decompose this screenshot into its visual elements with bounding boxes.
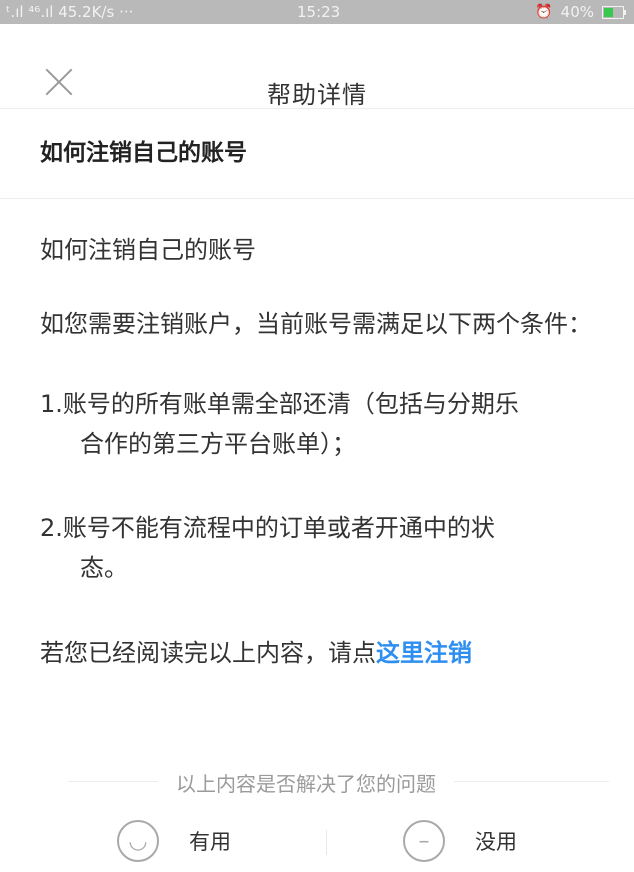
- nav-bar: 帮助详情: [0, 24, 634, 109]
- paragraph-5-text: 若您已经阅读完以上内容，请点: [40, 639, 376, 667]
- paragraph-2: 如您需要注销账户，当前账号需满足以下两个条件：: [40, 310, 592, 338]
- article-content: 如何注销自己的账号 如您需要注销账户，当前账号需满足以下两个条件： 1.账号的所…: [0, 230, 634, 673]
- feedback-question: 以上内容是否解决了您的问题: [158, 768, 454, 797]
- feedback-row: ◡ 有用 – 没用: [0, 820, 634, 864]
- feedback-separator: [326, 830, 327, 855]
- article-title: 如何注销自己的账号: [0, 109, 634, 199]
- neutral-face-icon: –: [403, 820, 445, 862]
- status-time: 15:23: [297, 3, 341, 21]
- useful-button[interactable]: ◡ 有用: [117, 820, 231, 862]
- paragraph-1: 如何注销自己的账号: [40, 236, 256, 264]
- paragraph-3-line-2: 合作的第三方平台账单）；: [80, 430, 356, 458]
- useless-label: 没用: [475, 830, 517, 854]
- paragraph-4-line-1: 2.账号不能有流程中的订单或者开通中的状: [40, 514, 495, 542]
- useless-button[interactable]: – 没用: [403, 820, 517, 862]
- smile-face-icon: ◡: [117, 820, 159, 862]
- paragraph-3: 1.账号的所有账单需全部还清（包括与分期乐 合作的第三方平台账单）；: [40, 384, 594, 464]
- paragraph-4: 2.账号不能有流程中的订单或者开通中的状 态。: [40, 508, 594, 588]
- signal-speed-indicator: ᵗ.ıl ⁴⁶.ıl 45.2K/s ···: [6, 3, 134, 21]
- status-bar: ᵗ.ıl ⁴⁶.ıl 45.2K/s ··· 15:23 ⏰ 40%: [0, 0, 634, 24]
- paragraph-5: 若您已经阅读完以上内容，请点这里注销: [40, 633, 594, 673]
- battery-icon: [602, 5, 626, 19]
- alarm-icon: ⏰: [535, 4, 553, 20]
- page-title: 帮助详情: [267, 81, 367, 109]
- paragraph-4-line-2: 态。: [80, 554, 128, 582]
- cancel-account-link[interactable]: 这里注销: [376, 639, 472, 667]
- battery-percent: 40%: [560, 3, 594, 21]
- paragraph-3-line-1: 1.账号的所有账单需全部还清（包括与分期乐: [40, 390, 519, 418]
- status-right-icons: ⏰ 40%: [535, 3, 626, 21]
- useful-label: 有用: [189, 830, 231, 854]
